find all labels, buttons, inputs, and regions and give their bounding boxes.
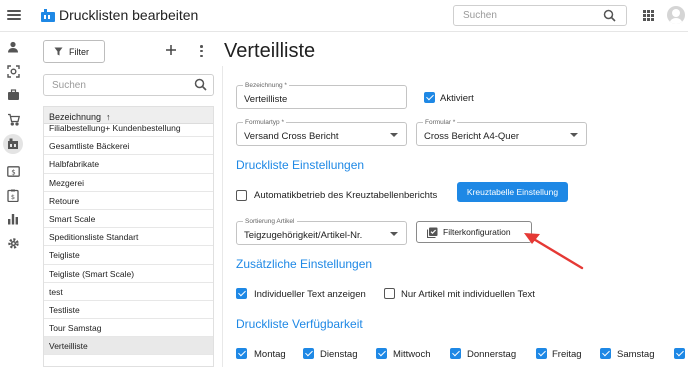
chevron-down-icon bbox=[390, 133, 398, 137]
cart-icon[interactable] bbox=[4, 110, 22, 128]
list-item[interactable]: Teigliste bbox=[44, 246, 213, 265]
list-search-input[interactable]: Suchen bbox=[43, 74, 214, 96]
sortierung-label: Sortierung Artikel bbox=[243, 218, 297, 225]
nur-artikel-checkbox[interactable] bbox=[384, 288, 395, 299]
sort-ascending-icon[interactable]: ↑ bbox=[106, 112, 111, 122]
search-icon[interactable] bbox=[603, 9, 616, 22]
print-list-table: Filialbestellung+ Kundenbestellung Gesamt… bbox=[43, 106, 214, 367]
search-icon[interactable] bbox=[194, 78, 207, 91]
section-druckliste-verfuegbarkeit: Druckliste Verfügbarkeit bbox=[236, 317, 363, 331]
app-title: Drucklisten bearbeiten bbox=[59, 7, 199, 23]
list-item[interactable]: Halbfabrikate bbox=[44, 155, 213, 174]
list-item[interactable]: Verteilliste bbox=[44, 337, 213, 356]
kreuztabelle-einstellung-button[interactable]: Kreuztabelle Einstellung bbox=[457, 182, 568, 202]
annotation-arrow bbox=[524, 233, 584, 270]
list-item[interactable]: Retoure bbox=[44, 192, 213, 210]
day-checkbox-montag[interactable] bbox=[236, 348, 247, 359]
gear-icon[interactable] bbox=[4, 234, 22, 252]
checklist-icon bbox=[427, 227, 438, 238]
svg-text:$: $ bbox=[11, 168, 15, 176]
formulartyp-label: Formulartyp * bbox=[243, 119, 287, 126]
day-label-freitag: Freitag bbox=[552, 349, 582, 360]
chevron-down-icon bbox=[390, 232, 398, 236]
chevron-down-icon bbox=[570, 133, 578, 137]
list-item[interactable]: Tour Samstag bbox=[44, 319, 213, 338]
day-checkbox-sonntag-partial[interactable] bbox=[674, 348, 685, 359]
automatik-checkbox[interactable] bbox=[236, 190, 247, 201]
store-icon[interactable] bbox=[3, 134, 23, 154]
filterkonfiguration-button[interactable]: Filterkonfiguration bbox=[416, 221, 532, 243]
day-label-montag: Montag bbox=[254, 349, 286, 360]
app-logo-icon bbox=[41, 9, 55, 22]
sortierung-select[interactable]: Sortierung Artikel Teigzugehörigkeit/Art… bbox=[236, 218, 407, 245]
list-item[interactable]: Smart Scale bbox=[44, 210, 213, 229]
filter-icon bbox=[54, 47, 63, 56]
page-title: Verteilliste bbox=[224, 40, 316, 62]
app-window: Drucklisten bearbeiten Suchen $ $ Filter… bbox=[0, 0, 688, 367]
filter-button-label: Filter bbox=[69, 46, 89, 57]
bezeichnung-value: Verteilliste bbox=[244, 94, 288, 105]
svg-text:$: $ bbox=[11, 193, 15, 201]
formular-value: Cross Bericht A4-Quer bbox=[424, 131, 520, 142]
sortierung-value: Teigzugehörigkeit/Artikel-Nr. bbox=[244, 230, 363, 241]
bezeichnung-label: Bezeichnung * bbox=[243, 82, 289, 89]
day-label-donnerstag: Donnerstag bbox=[467, 349, 517, 360]
formular-select[interactable]: Formular * Cross Bericht A4-Quer bbox=[416, 119, 587, 146]
hamburger-menu-icon[interactable] bbox=[6, 7, 22, 23]
automatik-label: Automatikbetrieb des Kreuztabellenberich… bbox=[254, 190, 438, 201]
column-header-label: Bezeichnung bbox=[49, 112, 102, 122]
day-checkbox-samstag[interactable] bbox=[600, 348, 611, 359]
day-label-dienstag: Dienstag bbox=[320, 349, 358, 360]
bezeichnung-field[interactable]: Bezeichnung * Verteilliste bbox=[236, 82, 407, 109]
clipboard-money-icon[interactable]: $ bbox=[4, 186, 22, 204]
list-item[interactable]: Testliste bbox=[44, 301, 213, 320]
day-checkbox-dienstag[interactable] bbox=[303, 348, 314, 359]
panel-divider bbox=[222, 66, 223, 367]
list-item[interactable]: test bbox=[44, 283, 213, 301]
global-search-placeholder: Suchen bbox=[463, 10, 497, 21]
nav-rail: $ $ bbox=[0, 32, 26, 367]
individueller-text-label: Individueller Text anzeigen bbox=[254, 289, 366, 300]
more-vert-icon[interactable] bbox=[200, 45, 204, 57]
filterkonfiguration-label: Filterkonfiguration bbox=[443, 227, 511, 237]
list-rows: Filialbestellung+ Kundenbestellung Gesamt… bbox=[44, 119, 213, 356]
list-item[interactable]: Teigliste (Smart Scale) bbox=[44, 265, 213, 283]
aktiviert-checkbox[interactable] bbox=[424, 92, 435, 103]
list-search-placeholder: Suchen bbox=[52, 80, 86, 91]
day-checkbox-freitag[interactable] bbox=[536, 348, 547, 359]
nur-artikel-label: Nur Artikel mit individuellen Text bbox=[401, 289, 535, 300]
top-bar: Drucklisten bearbeiten Suchen bbox=[0, 0, 688, 32]
aktiviert-label: Aktiviert bbox=[440, 93, 474, 104]
list-item[interactable]: Speditionsliste Standart bbox=[44, 228, 213, 247]
day-label-mittwoch: Mittwoch bbox=[393, 349, 431, 360]
list-item[interactable]: Gesamtliste Bäckerei bbox=[44, 137, 213, 156]
global-search-input[interactable]: Suchen bbox=[453, 5, 627, 26]
day-checkbox-donnerstag[interactable] bbox=[450, 348, 461, 359]
cash-icon[interactable]: $ bbox=[4, 162, 22, 180]
section-zusaetzliche-einstellungen: Zusätzliche Einstellungen bbox=[236, 257, 373, 271]
formular-label: Formular * bbox=[423, 119, 458, 126]
person-icon[interactable] bbox=[4, 38, 22, 56]
scan-icon[interactable] bbox=[4, 62, 22, 80]
bar-chart-icon[interactable] bbox=[4, 210, 22, 228]
day-checkbox-mittwoch[interactable] bbox=[376, 348, 387, 359]
briefcase-icon[interactable] bbox=[4, 86, 22, 104]
formulartyp-select[interactable]: Formulartyp * Versand Cross Bericht bbox=[236, 119, 407, 146]
user-avatar[interactable] bbox=[667, 6, 685, 24]
day-label-samstag: Samstag bbox=[617, 349, 655, 360]
section-druckliste-einstellungen: Druckliste Einstellungen bbox=[236, 158, 365, 172]
apps-grid-icon[interactable] bbox=[643, 10, 654, 21]
formulartyp-value: Versand Cross Bericht bbox=[244, 131, 339, 142]
add-icon[interactable] bbox=[164, 43, 178, 57]
filter-button[interactable]: Filter bbox=[43, 40, 105, 63]
column-header-bezeichnung[interactable]: Bezeichnung ↑ bbox=[44, 107, 213, 124]
list-item[interactable]: Mezgerei bbox=[44, 174, 213, 192]
individueller-text-checkbox[interactable] bbox=[236, 288, 247, 299]
